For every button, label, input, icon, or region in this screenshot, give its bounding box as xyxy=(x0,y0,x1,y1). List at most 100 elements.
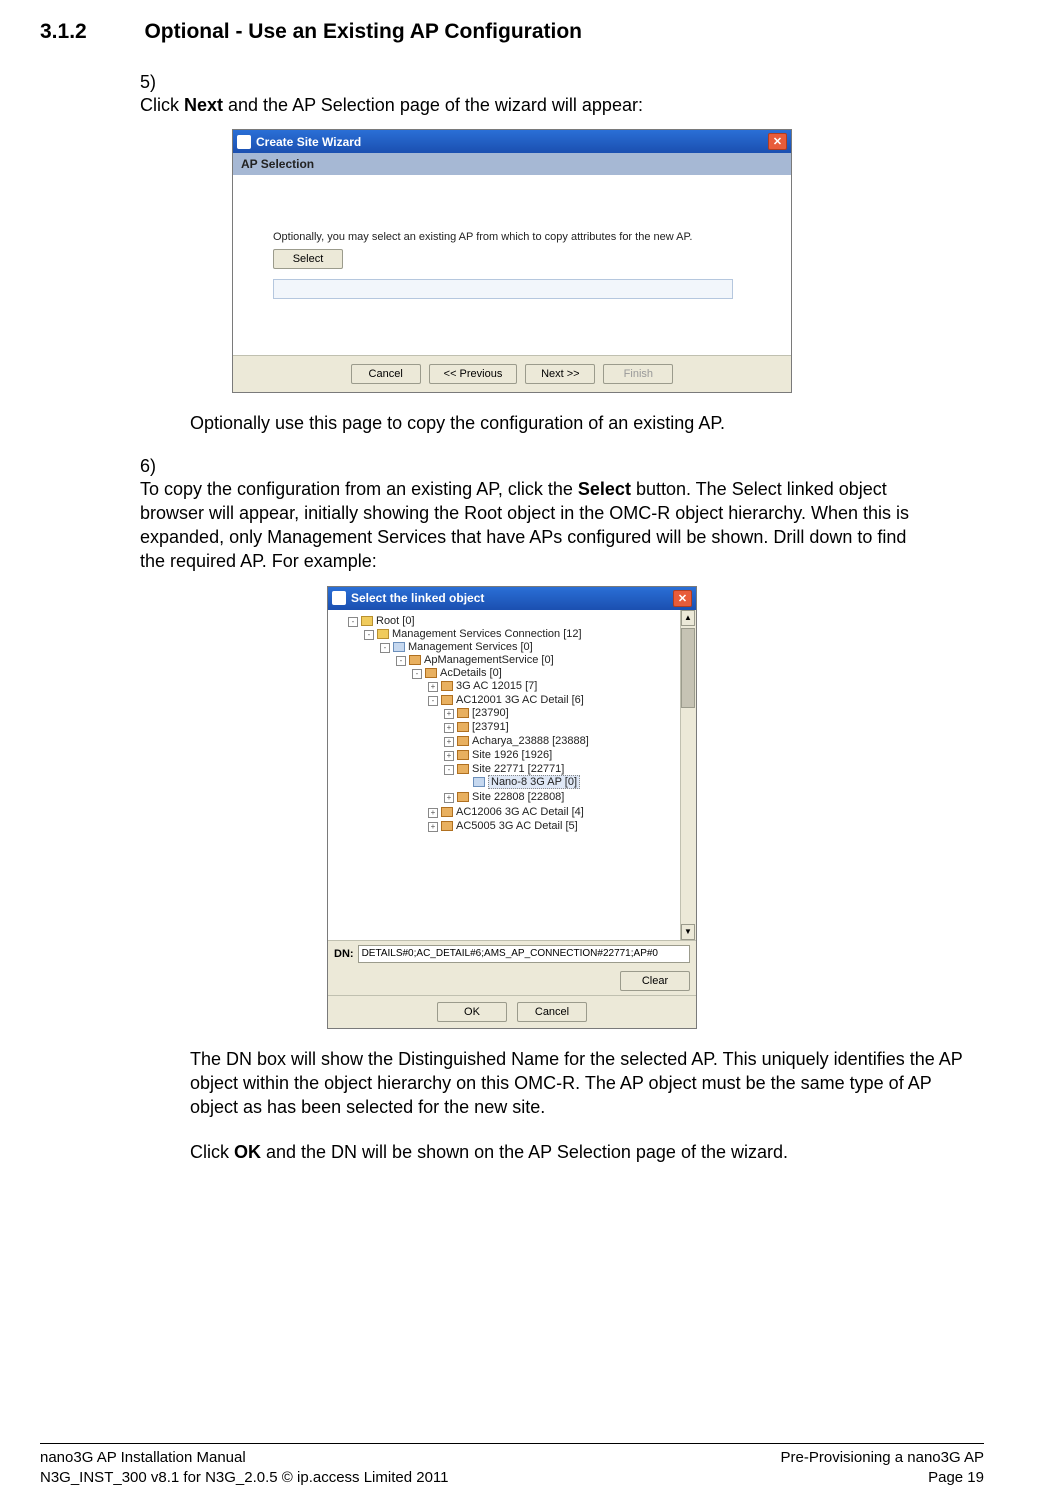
bold-next: Next xyxy=(184,95,223,115)
tree-node-icon xyxy=(457,750,469,760)
step-text: Click Next and the AP Selection page of … xyxy=(140,93,930,117)
text: and the DN will be shown on the AP Selec… xyxy=(261,1142,788,1162)
tree-node-icon xyxy=(457,764,469,774)
section-number: 3.1.2 xyxy=(40,20,140,44)
tree-node-icon xyxy=(457,792,469,802)
toggle-icon[interactable]: + xyxy=(428,808,438,818)
tree-node[interactable]: AC12006 3G AC Detail [4] xyxy=(456,806,584,818)
tree-node[interactable]: AC5005 3G AC Detail [5] xyxy=(456,820,578,832)
toggle-icon[interactable]: + xyxy=(444,709,454,719)
finish-button: Finish xyxy=(603,364,673,384)
scroll-up-icon[interactable]: ▲ xyxy=(681,610,695,626)
footer-title: nano3G AP Installation Manual xyxy=(40,1448,449,1468)
toggle-icon[interactable]: + xyxy=(444,793,454,803)
footer-right: Pre-Provisioning a nano3G AP Page 19 xyxy=(781,1448,984,1489)
tree-node[interactable]: Site 1926 [1926] xyxy=(472,749,552,761)
wizard-subheader: AP Selection xyxy=(233,153,791,175)
footer-version: N3G_INST_300 v8.1 for N3G_2.0.5 © ip.acc… xyxy=(40,1468,449,1488)
tree-node-icon xyxy=(441,807,453,817)
window-title: Create Site Wizard xyxy=(256,135,361,149)
tree-node[interactable]: Site 22808 [22808] xyxy=(472,791,564,803)
toggle-icon[interactable]: - xyxy=(428,696,438,706)
ok-button[interactable]: OK xyxy=(437,1002,507,1022)
tree-node[interactable]: Acharya_23888 [23888] xyxy=(472,735,589,747)
step-text: To copy the configuration from an existi… xyxy=(140,477,930,574)
bold-select: Select xyxy=(578,479,631,499)
text: Click xyxy=(140,95,184,115)
tree-node-icon xyxy=(361,616,373,626)
next-button[interactable]: Next >> xyxy=(525,364,595,384)
bold-ok: OK xyxy=(234,1142,261,1162)
section-title: Optional - Use an Existing AP Configurat… xyxy=(144,20,582,43)
text: To copy the configuration from an existi… xyxy=(140,479,578,499)
tree-node[interactable]: Management Services Connection [12] xyxy=(392,628,582,640)
step-5: 5) Click Next and the AP Selection page … xyxy=(140,72,984,117)
tree-node-icon xyxy=(441,681,453,691)
toggle-icon[interactable]: - xyxy=(348,617,358,627)
window-icon xyxy=(237,135,251,149)
dn-field[interactable] xyxy=(273,279,733,299)
tree-node[interactable]: Site 22771 [22771] xyxy=(472,763,564,775)
tree-body: -Root [0] -Management Services Connectio… xyxy=(328,610,696,940)
toggle-icon[interactable]: + xyxy=(428,822,438,832)
select-button[interactable]: Select xyxy=(273,249,343,269)
scrollbar[interactable]: ▲ ▼ xyxy=(680,610,696,940)
clear-button[interactable]: Clear xyxy=(620,971,690,991)
wizard-body: Optionally, you may select an existing A… xyxy=(233,175,791,355)
wizard-footer: Cancel << Previous Next >> Finish xyxy=(233,355,791,392)
figure-tree: Select the linked object ✕ -Root [0] -Ma… xyxy=(40,586,984,1029)
dn-input[interactable]: DETAILS#0;AC_DETAIL#6;AMS_AP_CONNECTION#… xyxy=(358,945,690,963)
toggle-icon[interactable]: - xyxy=(380,643,390,653)
cancel-button[interactable]: Cancel xyxy=(517,1002,587,1022)
toggle-icon[interactable]: + xyxy=(444,737,454,747)
tree-node-icon xyxy=(457,722,469,732)
tree-node[interactable]: AcDetails [0] xyxy=(440,667,502,679)
footer-page: Page 19 xyxy=(781,1468,984,1488)
tree-node-icon xyxy=(409,655,421,665)
figure-wizard: Create Site Wizard ✕ AP Selection Option… xyxy=(40,129,984,393)
paragraph: Click OK and the DN will be shown on the… xyxy=(190,1140,980,1164)
dn-row: DN: DETAILS#0;AC_DETAIL#6;AMS_AP_CONNECT… xyxy=(328,940,696,967)
tree-node-icon xyxy=(425,668,437,678)
tree-node[interactable]: AC12001 3G AC Detail [6] xyxy=(456,694,584,706)
window-icon xyxy=(332,591,346,605)
tree-node-icon xyxy=(377,629,389,639)
scroll-down-icon[interactable]: ▼ xyxy=(681,924,695,940)
toggle-icon[interactable]: - xyxy=(364,630,374,640)
tree-node-selected[interactable]: Nano-8 3G AP [0] xyxy=(488,775,580,789)
toggle-icon[interactable]: - xyxy=(444,765,454,775)
toggle-icon[interactable]: - xyxy=(412,669,422,679)
toggle-icon[interactable]: + xyxy=(444,723,454,733)
object-tree[interactable]: -Root [0] -Management Services Connectio… xyxy=(328,610,696,842)
dn-label: DN: xyxy=(334,948,354,960)
text: and the AP Selection page of the wizard … xyxy=(223,95,643,115)
wizard-instruction: Optionally, you may select an existing A… xyxy=(273,231,692,243)
tree-node[interactable]: [23790] xyxy=(472,707,509,719)
tree-node-icon xyxy=(441,695,453,705)
tree-node-icon xyxy=(457,736,469,746)
tree-node[interactable]: 3G AC 12015 [7] xyxy=(456,680,537,692)
close-icon[interactable]: ✕ xyxy=(768,133,787,150)
step-number: 5) xyxy=(140,72,190,93)
tree-node-icon xyxy=(473,777,485,787)
footer-left: nano3G AP Installation Manual N3G_INST_3… xyxy=(40,1448,449,1489)
tree-node[interactable]: Root [0] xyxy=(376,615,415,627)
scroll-thumb[interactable] xyxy=(681,628,695,708)
tree-node-icon xyxy=(393,642,405,652)
titlebar: Select the linked object ✕ xyxy=(328,587,696,610)
page-footer: nano3G AP Installation Manual N3G_INST_3… xyxy=(40,1443,984,1489)
tree-node-icon xyxy=(441,821,453,831)
toggle-icon[interactable]: + xyxy=(428,682,438,692)
tree-node[interactable]: Management Services [0] xyxy=(408,641,533,653)
window-title: Select the linked object xyxy=(351,591,484,605)
step-number: 6) xyxy=(140,456,190,477)
tree-node[interactable]: [23791] xyxy=(472,721,509,733)
section-header: 3.1.2 Optional - Use an Existing AP Conf… xyxy=(40,20,984,44)
close-icon[interactable]: ✕ xyxy=(673,590,692,607)
titlebar: Create Site Wizard ✕ xyxy=(233,130,791,153)
toggle-icon[interactable]: + xyxy=(444,751,454,761)
cancel-button[interactable]: Cancel xyxy=(351,364,421,384)
tree-node[interactable]: ApManagementService [0] xyxy=(424,654,554,666)
previous-button[interactable]: << Previous xyxy=(429,364,518,384)
toggle-icon[interactable]: - xyxy=(396,656,406,666)
